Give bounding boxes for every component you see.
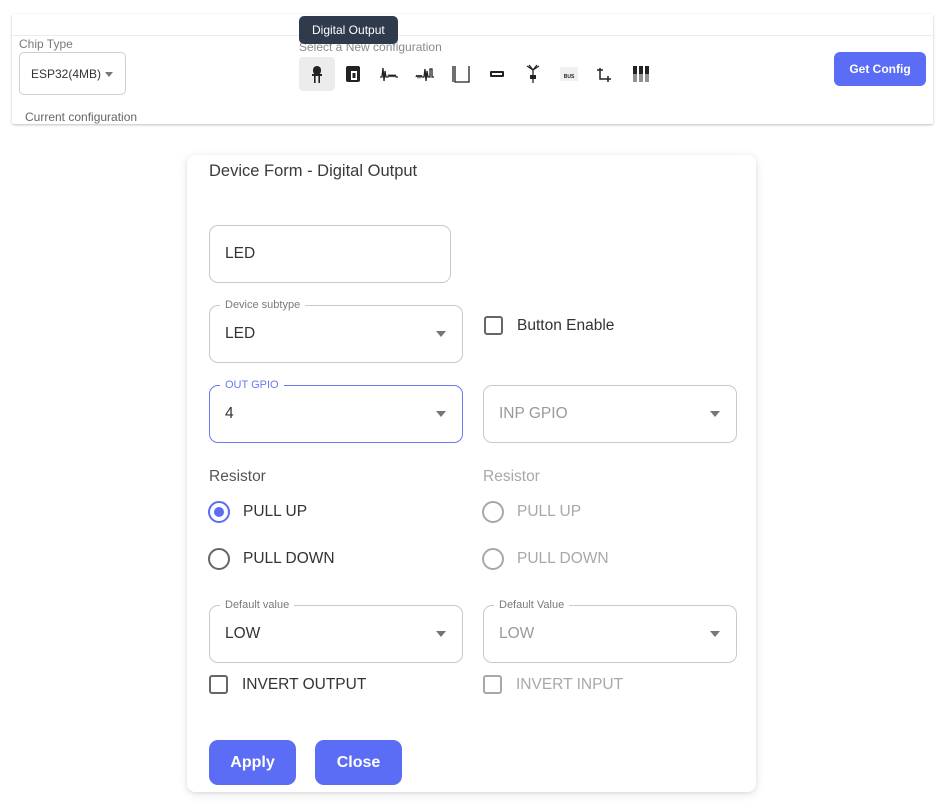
bus-icon-text: BUS — [564, 74, 575, 80]
form-title: Device Form - Digital Output — [209, 162, 418, 180]
multi-pin-connector-icon[interactable] — [623, 57, 659, 91]
chevron-down-icon — [436, 631, 446, 637]
chevron-down-icon — [105, 72, 113, 77]
antenna-icon[interactable] — [515, 57, 551, 91]
close-button[interactable]: Close — [315, 740, 402, 785]
square-wave-icon[interactable] — [443, 57, 479, 91]
device-type-icons: BUS — [299, 57, 659, 91]
radio-button — [482, 501, 504, 523]
toolbar-divider — [12, 35, 933, 36]
resistor-right-label: Resistor — [483, 468, 540, 485]
radio-pull-up-left[interactable]: PULL UP — [208, 501, 307, 523]
chip-type-label: Chip Type — [19, 37, 73, 51]
chevron-down-icon — [710, 411, 720, 417]
radio-button — [208, 501, 230, 523]
chevron-down-icon — [710, 631, 720, 637]
checkbox-box — [209, 675, 228, 694]
pull-up-label: PULL UP — [243, 503, 308, 520]
out-gpio-value: 4 — [225, 405, 234, 422]
chevron-down-icon — [436, 411, 446, 417]
button-enable-checkbox[interactable]: Button Enable — [484, 316, 614, 335]
pull-down-label: PULL DOWN — [243, 550, 335, 567]
invert-output-label: INVERT OUTPUT — [242, 675, 367, 693]
button-enable-label: Button Enable — [517, 316, 615, 334]
radio-pull-down-right[interactable]: PULL DOWN — [482, 548, 609, 570]
device-tooltip: Digital Output — [299, 16, 398, 44]
radio-pull-up-right[interactable]: PULL UP — [482, 501, 581, 523]
out-gpio-label: OUT GPIO — [220, 378, 284, 392]
invert-output-checkbox[interactable]: INVERT OUTPUT — [209, 675, 366, 694]
invert-input-label: INVERT INPUT — [516, 675, 624, 693]
invert-input-checkbox[interactable]: INVERT INPUT — [483, 675, 623, 694]
relay-icon[interactable] — [335, 57, 371, 91]
default-value-value: LOW — [225, 625, 261, 642]
get-config-button[interactable]: Get Config — [834, 52, 926, 86]
apply-button[interactable]: Apply — [209, 740, 296, 785]
chip-type-select[interactable]: ESP32(4MB) — [19, 52, 126, 95]
default-value-input-value: LOW — [499, 625, 535, 642]
device-form-card: Device Form - Digital Output LED Device … — [187, 155, 756, 792]
digital-output-icon[interactable] — [299, 57, 335, 91]
display-icon[interactable] — [479, 57, 515, 91]
chevron-down-icon — [436, 331, 446, 337]
checkbox-box — [483, 675, 502, 694]
default-value-label: Default value — [220, 598, 295, 612]
pull-down-label: PULL DOWN — [517, 550, 609, 567]
current-configuration-label: Current configuration — [25, 110, 138, 124]
radio-button — [208, 548, 230, 570]
bus-icon[interactable]: BUS — [551, 57, 587, 91]
pull-up-label: PULL UP — [517, 503, 582, 520]
chip-type-value: ESP32(4MB) — [31, 66, 102, 81]
config-toolbar: Chip Type ESP32(4MB) Current configurati… — [12, 14, 933, 124]
device-name-field[interactable]: LED — [209, 225, 451, 283]
default-value-input-select[interactable]: Default Value LOW — [483, 598, 737, 663]
device-subtype-select[interactable]: Device subtype LED — [209, 298, 463, 363]
resistor-left-label: Resistor — [209, 468, 266, 485]
device-name-value: LED — [225, 245, 256, 262]
inp-gpio-placeholder: INP GPIO — [499, 405, 568, 422]
checkbox-box — [484, 316, 503, 335]
pwm-signal-icon[interactable] — [407, 57, 443, 91]
radio-button — [482, 548, 504, 570]
device-subtype-value: LED — [225, 325, 256, 342]
analog-signal-icon[interactable] — [371, 57, 407, 91]
device-subtype-label: Device subtype — [220, 298, 306, 312]
out-gpio-select[interactable]: OUT GPIO 4 — [209, 378, 463, 443]
transistor-icon[interactable] — [587, 57, 623, 91]
inp-gpio-select[interactable]: INP GPIO — [483, 385, 737, 443]
default-value-select[interactable]: Default value LOW — [209, 598, 463, 663]
radio-pull-down-left[interactable]: PULL DOWN — [208, 548, 335, 570]
default-value-input-label: Default Value — [494, 598, 570, 612]
